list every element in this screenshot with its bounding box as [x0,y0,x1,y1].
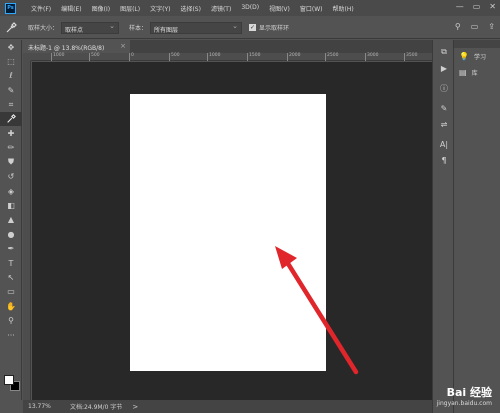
ruler-tick: 3000 [364,53,379,61]
zoom-tool-icon[interactable]: ⚲ [0,313,22,327]
workspace-icon[interactable]: ▭ [471,22,479,31]
options-right-icons: ⚲ ▭ ⇪ [455,22,495,31]
eyedropper-tool-icon[interactable] [0,111,22,127]
ruler-tick: 1000 [206,53,221,61]
ruler-tick: 2500 [324,53,339,61]
type-tool-icon[interactable]: T [0,256,22,270]
learn-label: 学习 [473,53,486,61]
adjustments-icon[interactable]: ⇌ [433,116,455,132]
ruler-tick: 500 [169,53,180,61]
learn-panel-item[interactable]: 💡 学习 [454,48,500,64]
foreground-color-swatch[interactable] [4,375,14,385]
menu-image[interactable]: 图像(I) [87,4,115,13]
rectangle-tool-icon[interactable]: ▭ [0,285,22,299]
sample-size-label: 取样大小： [28,25,59,32]
menu-file[interactable]: 文件(F) [26,4,56,13]
library-label: 库 [471,69,478,77]
show-sampling-ring-checkbox[interactable]: ✓ [249,24,257,31]
close-tab-icon[interactable]: × [120,42,126,50]
character-icon[interactable]: A| [433,136,455,152]
sample-label: 样本： [129,25,148,32]
hand-tool-icon[interactable]: ✋ [0,299,22,313]
blur-tool-icon[interactable]: ▲ [0,213,22,227]
search-icon[interactable]: ⚲ [455,22,461,31]
document-canvas[interactable] [130,94,326,371]
document-tab-title: 未标题-1 @ 13.8%(RGB/8) [28,45,105,52]
panel-icon-strip: ⧉ ▶ ⓘ ✎ ⇌ A| ¶ [432,40,454,413]
status-bar: 13.77% 文档:24.9M/0 字节 > [23,400,432,413]
photoshop-logo: Ps [5,2,16,14]
clone-stamp-tool-icon[interactable]: ⛊ [0,155,22,169]
path-selection-tool-icon[interactable]: ↖ [0,270,22,284]
pen-tool-icon[interactable]: ✒ [0,241,22,255]
zoom-level[interactable]: 13.77% [28,403,70,410]
dodge-tool-icon[interactable]: ● [0,227,22,241]
quick-select-tool-icon[interactable]: ✎ [0,83,22,97]
menu-items: 文件(F) 编辑(E) 图像(I) 图层(L) 文字(Y) 选择(S) 滤镜(T… [26,4,359,13]
vertical-ruler[interactable] [23,61,31,400]
menu-help[interactable]: 帮助(H) [328,4,359,13]
color-swatches[interactable] [3,372,21,391]
watermark-url: jingyan.baidu.com [436,400,492,407]
crop-tool-icon[interactable]: ⌗ [0,98,22,112]
close-button[interactable]: ✕ [489,2,496,11]
horizontal-ruler[interactable]: 1000 500 0 500 1000 1500 2000 2500 3000 … [31,53,432,61]
lightbulb-icon: 💡 [459,51,469,61]
ruler-tick: 500 [89,53,100,61]
history-icon[interactable]: ⧉ [433,44,455,60]
eraser-tool-icon[interactable]: ◈ [0,184,22,198]
tools-panel: ✥ ⬚ ℓ ✎ ⌗ ✚ ✏ ⛊ ↺ ◈ ◧ ▲ ● ✒ T ↖ ▭ ✋ ⚲ ··… [0,40,22,400]
ruler-tick: 0 [129,53,134,61]
eyedropper-tool-preset-icon[interactable] [0,21,22,34]
show-sampling-ring-label: 显示取样环 [259,25,290,32]
marquee-tool-icon[interactable]: ⬚ [0,54,22,68]
baidu-jingyan-watermark: Bai 经验 jingyan.baidu.com [437,384,492,407]
brush-tool-icon[interactable]: ✏ [0,141,22,155]
sample-size-select[interactable]: 取样点 [61,21,120,34]
share-icon[interactable]: ⇪ [488,22,495,31]
history-brush-tool-icon[interactable]: ↺ [0,170,22,184]
menu-3d[interactable]: 3D(D) [236,4,264,13]
actions-play-icon[interactable]: ▶ [433,60,455,76]
document-tab[interactable]: 未标题-1 @ 13.8%(RGB/8) × [23,40,130,53]
document-tab-bar: 未标题-1 @ 13.8%(RGB/8) × [23,40,432,53]
canvas-area[interactable] [32,62,432,400]
options-bar: 取样大小： 取样点 样本： 所有图层 ✓ 显示取样环 ⚲ ▭ ⇪ [0,17,500,39]
watermark-brand: Bai 经验 [446,386,492,399]
ruler-tick: 2000 [286,53,301,61]
learn-library-panel: 💡 学习 ▤ 库 [454,40,500,413]
ruler-corner [23,53,31,61]
status-menu-arrow[interactable]: > [132,403,138,411]
document-info: 文档:24.9M/0 字节 [70,404,123,411]
paragraph-icon[interactable]: ¶ [433,152,455,168]
menu-view[interactable]: 视图(V) [264,4,295,13]
menu-window[interactable]: 窗口(W) [295,4,328,13]
sample-select[interactable]: 所有图层 [150,21,243,34]
menu-bar: Ps 文件(F) 编辑(E) 图像(I) 图层(L) 文字(Y) 选择(S) 滤… [0,0,500,16]
ruler-tick: 1000 [50,53,65,61]
move-tool-icon[interactable]: ✥ [0,40,22,54]
library-panel-item[interactable]: ▤ 库 [454,64,500,80]
lasso-tool-icon[interactable]: ℓ [0,69,22,83]
info-icon[interactable]: ⓘ [433,80,455,96]
brush-settings-icon[interactable]: ✎ [433,100,455,116]
edit-toolbar-icon[interactable]: ··· [0,328,22,342]
healing-brush-tool-icon[interactable]: ✚ [0,126,22,140]
panel-header [454,40,500,48]
maximize-button[interactable]: ▭ [473,2,481,11]
menu-type[interactable]: 文字(Y) [145,4,175,13]
menu-select[interactable]: 选择(S) [175,4,206,13]
menu-layer[interactable]: 图层(L) [115,4,145,13]
gradient-tool-icon[interactable]: ◧ [0,198,22,212]
menu-edit[interactable]: 编辑(E) [56,4,86,13]
ruler-tick: 1500 [246,53,261,61]
library-icon: ▤ [459,67,467,77]
window-controls: — ▭ ✕ [456,2,496,11]
menu-filter[interactable]: 滤镜(T) [206,4,236,13]
minimize-button[interactable]: — [456,2,464,11]
ruler-tick: 3500 [403,53,418,61]
